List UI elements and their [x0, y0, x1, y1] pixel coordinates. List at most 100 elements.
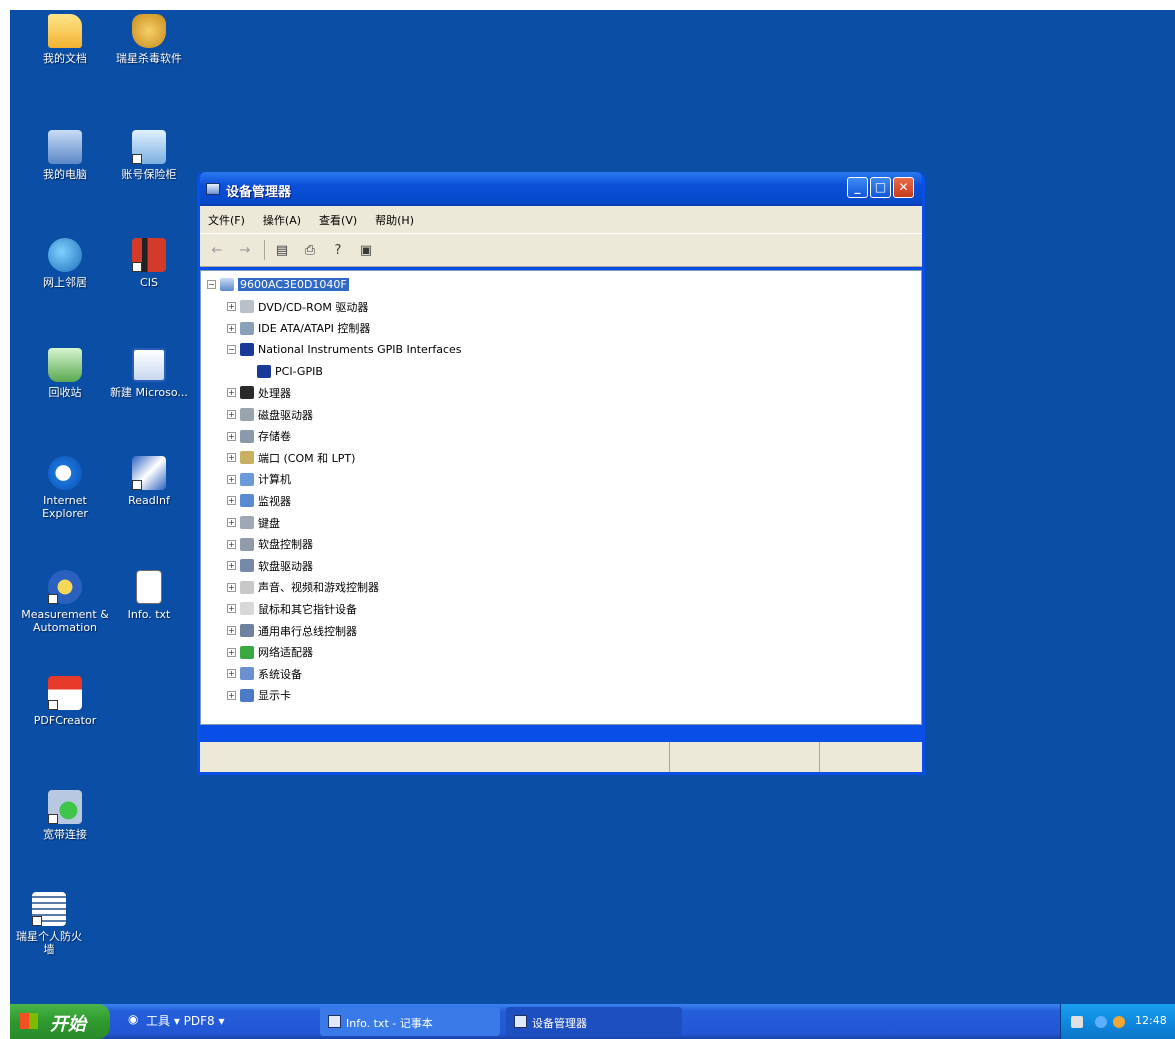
expand-toggle[interactable]: +: [227, 539, 236, 549]
expand-toggle[interactable]: +: [227, 453, 236, 463]
expand-toggle[interactable]: +: [227, 323, 236, 333]
tree-node[interactable]: + 监视器: [227, 491, 291, 510]
account-safe-shortcut[interactable]: 账号保险柜: [104, 130, 194, 181]
help-icon[interactable]: ?: [327, 239, 349, 261]
desktop-icon-label: 新建 Microso...: [110, 386, 188, 399]
tree-node-label: 存储卷: [258, 430, 291, 444]
start-button[interactable]: 开始: [10, 1004, 110, 1039]
tree-node[interactable]: + 系统设备: [227, 664, 302, 683]
expand-toggle[interactable]: +: [227, 496, 236, 506]
quicklaunch-ie-icon[interactable]: ◉: [128, 1012, 138, 1026]
tree-node[interactable]: + 软盘驱动器: [227, 556, 313, 575]
expand-toggle[interactable]: +: [227, 561, 236, 571]
tree-node-label: 处理器: [258, 386, 291, 400]
tree-node[interactable]: + 端口 (COM 和 LPT): [227, 448, 355, 467]
tree-node-label: National Instruments GPIB Interfaces: [258, 343, 462, 357]
my-documents-shortcut[interactable]: 我的文档: [20, 14, 110, 65]
quicklaunch-toolbars[interactable]: 工具 ▾ PDF8 ▾: [146, 1012, 225, 1029]
tree-node[interactable]: + DVD/CD-ROM 驱动器: [227, 297, 368, 316]
my-computer-icon: [48, 130, 82, 164]
expand-toggle[interactable]: +: [227, 302, 236, 311]
readinf-icon: [132, 456, 166, 490]
network-places-shortcut[interactable]: 网上邻居: [20, 238, 110, 289]
print-icon[interactable]: ⎙: [299, 239, 321, 261]
tree-node[interactable]: + 处理器: [227, 383, 291, 402]
menu-action[interactable]: 操作(A): [263, 212, 301, 228]
info-txt-shortcut[interactable]: Info. txt: [104, 570, 194, 621]
status-bar: [200, 742, 922, 772]
expand-toggle[interactable]: +: [227, 647, 236, 657]
tree-node[interactable]: + 显示卡: [227, 686, 291, 705]
tree-node[interactable]: + IDE ATA/ATAPI 控制器: [227, 319, 370, 338]
collapse-toggle[interactable]: −: [227, 345, 236, 355]
tree-node[interactable]: + 键盘: [227, 513, 280, 532]
display-adapter-icon: [240, 688, 254, 702]
printer-tray-icon[interactable]: [1071, 1016, 1083, 1028]
menu-file[interactable]: 文件(F): [208, 212, 245, 228]
tree-node[interactable]: + 软盘控制器: [227, 535, 313, 554]
expand-toggle[interactable]: +: [227, 626, 236, 635]
readinf-shortcut[interactable]: ReadInf: [104, 456, 194, 507]
expand-toggle[interactable]: +: [227, 604, 236, 614]
minimize-button[interactable]: _: [847, 177, 868, 198]
expand-toggle[interactable]: +: [227, 410, 236, 419]
forward-arrow-icon[interactable]: →: [234, 239, 256, 261]
tree-node[interactable]: PCI-GPIB: [257, 362, 323, 381]
network-adapter-icon: [240, 645, 254, 659]
expand-toggle[interactable]: +: [227, 431, 236, 441]
tree-node-label: 通用串行总线控制器: [258, 624, 357, 638]
expand-toggle[interactable]: +: [227, 474, 236, 484]
device-tree[interactable]: − 9600AC3E0D1040F + DVD/CD-ROM 驱动器 + IDE AT…: [200, 270, 922, 725]
rising-firewall-shortcut[interactable]: 瑞星个人防火墙: [14, 892, 84, 956]
desktop-icon-label: Measurement & Automation: [21, 608, 109, 634]
desktop-icon-label: 我的文档: [43, 52, 87, 65]
tree-root[interactable]: − 9600AC3E0D1040F: [207, 275, 349, 294]
word-document-shortcut[interactable]: 新建 Microso...: [104, 348, 194, 399]
pdfcreator-shortcut[interactable]: PDFCreator: [20, 676, 110, 727]
rising-antivirus-shortcut[interactable]: 瑞星杀毒软件: [104, 14, 194, 65]
tree-node[interactable]: − National Instruments GPIB Interfaces: [227, 340, 462, 359]
desktop-icon-label: Info. txt: [127, 608, 171, 621]
antivirus-tray-icon[interactable]: [1113, 1016, 1125, 1028]
task-device-manager[interactable]: 设备管理器: [506, 1007, 682, 1036]
ni-max-shortcut[interactable]: Measurement & Automation: [16, 570, 114, 634]
windows-flag-icon: [20, 1013, 38, 1029]
recycle-bin-shortcut[interactable]: 回收站: [20, 348, 110, 399]
internet-explorer-shortcut[interactable]: Internet Explorer: [20, 456, 110, 520]
desktop-icon-label: 网上邻居: [43, 276, 87, 289]
tree-node[interactable]: + 磁盘驱动器: [227, 405, 313, 424]
expand-toggle[interactable]: +: [227, 388, 236, 398]
tree-node[interactable]: + 通用串行总线控制器: [227, 621, 357, 640]
tree-node[interactable]: + 计算机: [227, 470, 291, 489]
network-tray-icon[interactable]: [1095, 1016, 1107, 1028]
tree-root-label: 9600AC3E0D1040F: [238, 278, 349, 291]
menu-help[interactable]: 帮助(H): [375, 212, 414, 228]
back-arrow-icon[interactable]: ←: [206, 239, 228, 261]
cis-shortcut[interactable]: CIS: [104, 238, 194, 289]
window-title: 设备管理器: [226, 185, 292, 200]
my-computer-shortcut[interactable]: 我的电脑: [20, 130, 110, 181]
device-manager-icon: [514, 1015, 527, 1028]
expand-toggle[interactable]: +: [227, 582, 236, 592]
task-notepad[interactable]: Info. txt - 记事本: [320, 1007, 500, 1036]
tree-node[interactable]: + 存储卷: [227, 427, 291, 446]
clock[interactable]: 12:48: [1135, 1014, 1167, 1027]
expand-toggle[interactable]: +: [227, 669, 236, 679]
menu-view[interactable]: 查看(V): [319, 212, 357, 228]
expand-toggle[interactable]: +: [227, 518, 236, 527]
expand-toggle[interactable]: +: [227, 690, 236, 700]
properties-icon[interactable]: ▤: [271, 239, 293, 261]
account-safe-icon: [132, 130, 166, 164]
window-titlebar[interactable]: 设备管理器 _ □ ✕: [200, 172, 922, 206]
scan-hardware-icon[interactable]: ▣: [355, 239, 377, 261]
tree-node-label: 声音、视频和游戏控制器: [258, 581, 379, 595]
close-button[interactable]: ✕: [893, 177, 914, 198]
network-places-icon: [48, 238, 82, 272]
tree-node[interactable]: + 鼠标和其它指针设备: [227, 599, 357, 618]
word-document-icon: [132, 348, 166, 382]
tree-node[interactable]: + 网络适配器: [227, 643, 313, 662]
broadband-connection-shortcut[interactable]: 宽带连接: [20, 790, 110, 841]
maximize-button[interactable]: □: [870, 177, 891, 198]
tree-node[interactable]: + 声音、视频和游戏控制器: [227, 578, 379, 597]
collapse-toggle[interactable]: −: [207, 280, 216, 289]
